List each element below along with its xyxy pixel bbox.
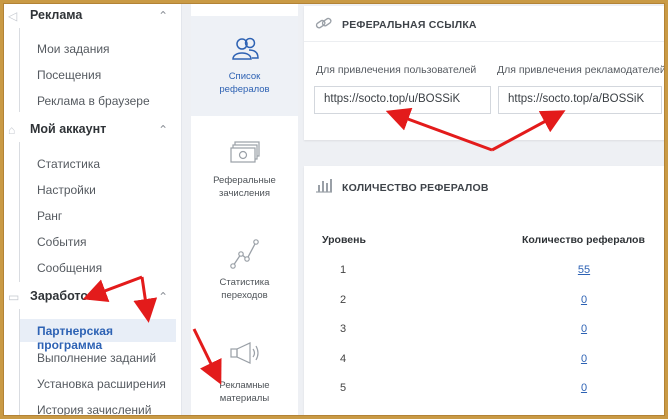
link-icon [315, 17, 332, 29]
sidebar-tree-line [19, 28, 20, 112]
megaphone-icon: ◁ [8, 9, 18, 23]
user-link-label: Для привлечения пользователей [316, 64, 477, 76]
sidebar-item-settings[interactable]: Настройки [37, 183, 96, 197]
sidebar-section-account[interactable]: ⌂ Мой аккаунт ⌄ [4, 118, 182, 142]
sidebar-item-rank[interactable]: Ранг [37, 209, 62, 223]
sidebar-section-ads[interactable]: ◁ Реклама ⌄ [4, 4, 182, 28]
table-cell-level: 1 [340, 264, 347, 276]
card-header: КОЛИЧЕСТВО РЕФЕРАЛОВ [304, 166, 664, 202]
screenshot-frame: ◁ Реклама ⌄ Мои задания Посещения Реклам… [3, 3, 665, 416]
menu-item-label: Список рефералов [219, 71, 270, 95]
card-title: РЕФЕРАЛЬНАЯ ССЫЛКА [342, 19, 477, 31]
user-referral-link-field[interactable]: https://socto.top/u/BOSSiK [314, 86, 491, 114]
referral-count-link[interactable]: 0 [564, 353, 604, 365]
sidebar-section-title: Мой аккаунт [30, 122, 107, 136]
sidebar-item-extension-install[interactable]: Установка расширения [37, 377, 166, 391]
referral-link-card: РЕФЕРАЛЬНАЯ ССЫЛКА Для привлечения польз… [304, 6, 665, 140]
column-header-level: Уровень [322, 234, 366, 246]
menu-item-label: Статистика переходов [219, 277, 270, 301]
referral-count-link[interactable]: 0 [564, 323, 604, 335]
column-header-referral-count: Количество рефералов [522, 234, 645, 246]
referral-count-link[interactable]: 0 [564, 294, 604, 306]
sidebar-section-title: Заработок [30, 289, 95, 303]
sidebar-section-title: Реклама [30, 8, 83, 22]
chevron-up-icon[interactable]: ⌄ [158, 289, 168, 303]
menu-item-label: Реферальные зачисления [213, 175, 276, 199]
money-icon [229, 141, 260, 163]
sidebar-item-partner-program[interactable]: Партнерская программа [20, 319, 176, 352]
card-title: КОЛИЧЕСТВО РЕФЕРАЛОВ [342, 182, 489, 194]
menu-item-referral-credits[interactable]: Реферальные зачисления [191, 136, 298, 236]
sidebar-item-events[interactable]: События [37, 235, 87, 249]
menu-item-label: Рекламные материалы [219, 380, 270, 404]
sidebar-item-statistics[interactable]: Статистика [37, 157, 100, 171]
menu-item-ad-materials[interactable]: Рекламные материалы [191, 341, 298, 415]
menu-item-click-stats[interactable]: Статистика переходов [191, 236, 298, 336]
home-icon: ⌂ [8, 123, 16, 137]
referral-count-link[interactable]: 55 [564, 264, 604, 276]
sidebar-tree-line [19, 142, 20, 282]
chart-line-icon [229, 239, 259, 269]
sidebar-section-earnings[interactable]: ▭ Заработок ⌄ [4, 285, 182, 309]
wallet-icon: ▭ [8, 290, 20, 304]
sidebar: ◁ Реклама ⌄ Мои задания Посещения Реклам… [4, 4, 182, 415]
table-cell-level: 5 [340, 382, 347, 394]
chevron-up-icon[interactable]: ⌄ [158, 8, 168, 22]
chevron-up-icon[interactable]: ⌄ [158, 122, 168, 136]
sidebar-item-messages[interactable]: Сообщения [37, 261, 102, 275]
card-header: РЕФЕРАЛЬНАЯ ССЫЛКА [304, 6, 664, 42]
referral-count-link[interactable]: 0 [564, 382, 604, 394]
referral-count-card: КОЛИЧЕСТВО РЕФЕРАЛОВ Уровень Количество … [304, 166, 664, 415]
megaphone-icon [229, 342, 259, 364]
advertiser-referral-link-field[interactable]: https://socto.top/a/BOSSiK [498, 86, 662, 114]
sidebar-item-task-completion[interactable]: Выполнение заданий [37, 351, 156, 365]
referral-menu: Список рефералов Реферальные зачисления Ст… [191, 4, 298, 415]
sidebar-item-visits[interactable]: Посещения [37, 68, 101, 82]
table-cell-level: 2 [340, 294, 347, 306]
table-cell-level: 4 [340, 353, 347, 365]
sidebar-item-my-tasks[interactable]: Мои задания [37, 42, 110, 56]
sidebar-item-browser-ads[interactable]: Реклама в браузере [37, 94, 150, 108]
table-cell-level: 3 [340, 323, 347, 335]
bar-chart-icon [316, 179, 332, 193]
sidebar-item-credit-history[interactable]: История зачислений [37, 403, 151, 415]
advertiser-link-label: Для привлечения рекламодателей [497, 64, 665, 76]
users-icon [231, 37, 259, 60]
menu-item-referral-list[interactable]: Список рефералов [191, 16, 298, 116]
